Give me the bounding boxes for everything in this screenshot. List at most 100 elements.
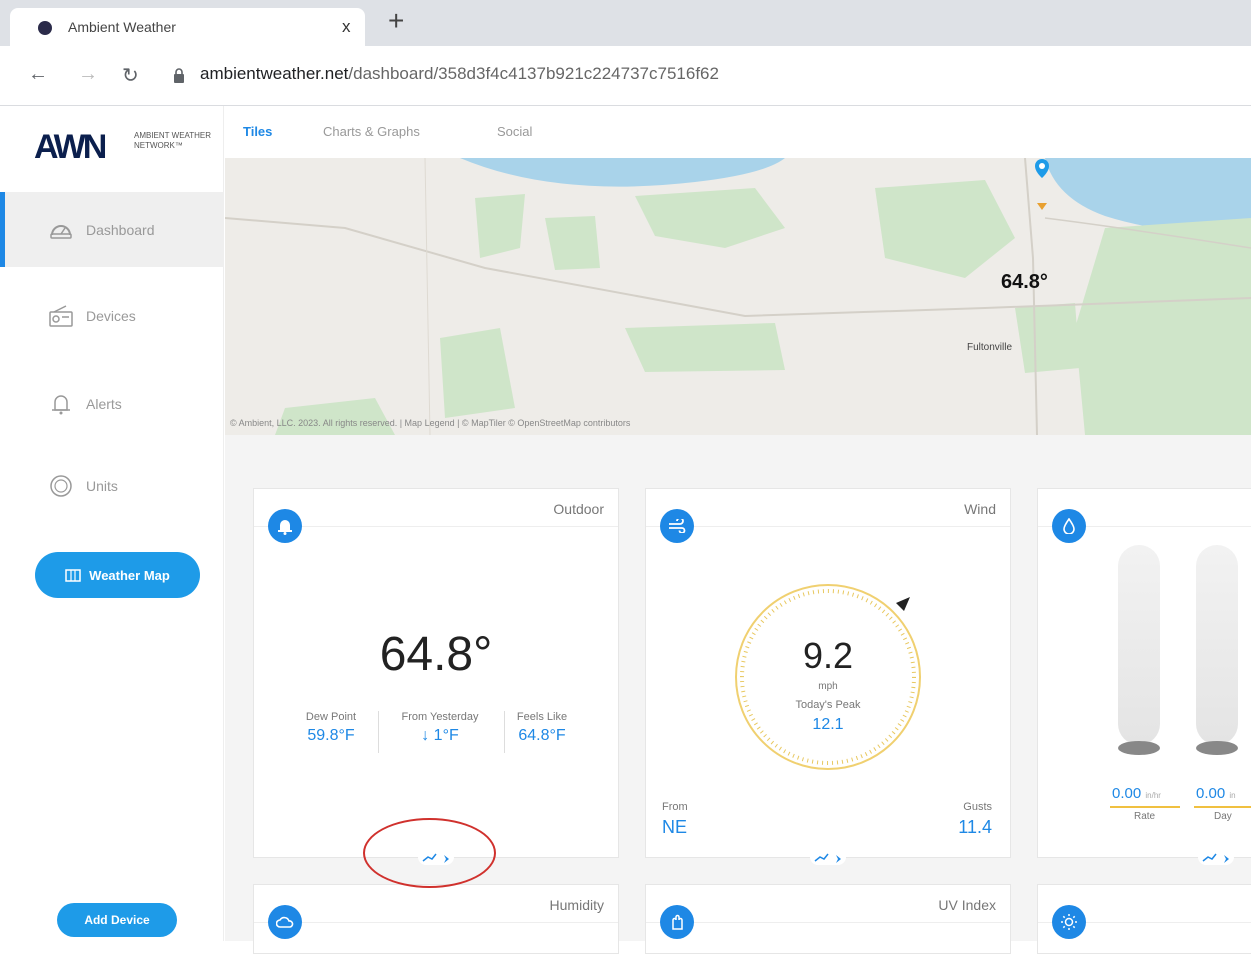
wind-title: Wind	[964, 501, 996, 517]
add-device-button[interactable]: Add Device	[57, 903, 177, 937]
wind-unit: mph	[818, 681, 838, 692]
sidebar-item-units[interactable]: Units	[0, 448, 224, 523]
radio-icon	[49, 304, 73, 327]
humidity-title: Humidity	[549, 897, 604, 913]
sidebar: AWN AMBIENT WEATHER NETWORK™ Dashboard D…	[0, 106, 224, 941]
bell-icon	[52, 394, 70, 414]
globe-icon	[50, 474, 72, 497]
outdoor-temp: 64.8°	[379, 628, 493, 681]
rain-day-unit: in	[1229, 791, 1236, 800]
annotation-circle	[363, 818, 496, 888]
uv-index-card[interactable]: UV Index	[645, 884, 1011, 954]
outdoor-title: Outdoor	[553, 501, 604, 517]
browser-tab[interactable]: Ambient Weather x	[10, 8, 365, 46]
reload-icon[interactable]: ↻	[122, 63, 139, 88]
card-header: Outdoor	[254, 489, 618, 527]
url-field[interactable]: ambientweather.net/dashboard/358d3f4c413…	[200, 64, 719, 84]
lock-icon	[174, 68, 184, 83]
sidebar-item-label: Dashboard	[86, 221, 155, 238]
wind-from-value: NE	[662, 817, 688, 837]
rain-rate-number: 0.00	[1112, 785, 1142, 802]
cloud-icon	[276, 916, 294, 928]
rain-rate-gauge	[1118, 545, 1160, 745]
bell-icon	[278, 520, 292, 535]
awn-logo[interactable]: AWN AMBIENT WEATHER NETWORK™	[34, 128, 214, 168]
uv-index-title: UV Index	[938, 897, 996, 913]
browser-tabbar: Ambient Weather x +	[0, 0, 1251, 46]
main-content: Tiles Charts & Graphs Social 64.8° Fulto…	[225, 106, 1251, 954]
outdoor-badge	[268, 509, 302, 543]
wind-peak-value: 12.1	[812, 716, 844, 733]
url-domain: ambientweather.net	[200, 64, 349, 83]
rain-chart-link[interactable]	[1198, 849, 1234, 865]
dashboard-icon	[50, 224, 72, 239]
rain-rate-label: Rate	[1134, 811, 1156, 822]
wind-gusts-value: 11.4	[958, 817, 992, 837]
tab-social[interactable]: Social	[497, 124, 532, 139]
map-icon	[65, 569, 81, 582]
rain-day-base	[1196, 741, 1238, 755]
map-station-temp[interactable]: 64.8°	[1001, 271, 1048, 294]
rain-rate-line	[1110, 806, 1180, 808]
card-header: UV Index	[646, 885, 1010, 923]
wind-chart-link[interactable]	[810, 849, 846, 865]
feels-like-label: Feels Like	[516, 711, 568, 723]
address-bar: ← → ↻ ambientweather.net/dashboard/358d3…	[0, 46, 1251, 106]
dewpoint-stat: Dew Point 59.8°F	[296, 711, 366, 745]
solar-card[interactable]	[1037, 884, 1251, 954]
rain-day-number: 0.00	[1196, 785, 1226, 802]
solar-badge	[1052, 905, 1086, 939]
rain-card[interactable]: 0.00 in/hr Rate 0.00 in Day	[1037, 488, 1251, 865]
humidity-badge	[268, 905, 302, 939]
humidity-card[interactable]: Humidity	[253, 884, 619, 954]
feels-like-stat: Feels Like 64.8°F	[508, 711, 576, 745]
dewpoint-label: Dew Point	[305, 711, 357, 723]
wind-speed: 9.2	[802, 635, 854, 676]
station-map[interactable]: 64.8° Fultonville © Ambient, LLC. 2023. …	[225, 158, 1251, 435]
rain-rate-unit: in/hr	[1145, 791, 1161, 800]
tab-charts-graphs[interactable]: Charts & Graphs	[323, 124, 420, 139]
from-yesterday-value: ↓ 1°F	[421, 727, 459, 744]
from-yesterday-stat: From Yesterday ↓ 1°F	[384, 711, 496, 745]
uv-badge	[660, 905, 694, 939]
raindrop-icon	[1063, 518, 1075, 534]
divider	[378, 711, 379, 753]
wind-card[interactable]: Wind 9.2 mph Today's Peak 12.1 From NE G…	[645, 488, 1011, 865]
sidebar-item-dashboard[interactable]: Dashboard	[0, 192, 224, 267]
url-path: /dashboard/358d3f4c4137b921c224737c7516f…	[348, 64, 719, 83]
sun-icon	[1061, 914, 1077, 930]
weather-map-button[interactable]: Weather Map	[35, 552, 200, 598]
new-tab-button[interactable]: +	[388, 5, 404, 37]
wind-badge	[660, 509, 694, 543]
map-town-label: Fultonville	[967, 342, 1013, 353]
from-yesterday-label: From Yesterday	[401, 711, 479, 723]
hand-icon	[672, 914, 683, 930]
divider	[504, 711, 505, 753]
dashboard-tabs: Tiles Charts & Graphs Social	[225, 106, 1251, 158]
weather-map-label: Weather Map	[89, 567, 170, 583]
favicon-icon	[38, 21, 52, 35]
chart-trend-icon	[1202, 853, 1229, 863]
back-icon[interactable]: ←	[28, 63, 48, 86]
sidebar-item-label: Alerts	[86, 395, 122, 412]
sidebar-item-label: Devices	[86, 307, 136, 324]
sidebar-item-devices[interactable]: Devices	[0, 278, 224, 353]
forward-icon[interactable]: →	[78, 63, 98, 86]
sidebar-item-label: Units	[86, 477, 118, 494]
dewpoint-value: 59.8°F	[307, 727, 355, 744]
close-tab-icon[interactable]: x	[342, 17, 351, 37]
logo-mark: AWN	[34, 128, 107, 166]
rain-rate-base	[1118, 741, 1160, 755]
wind-gusts-label: Gusts	[963, 801, 992, 813]
map-attribution: © Ambient, LLC. 2023. All rights reserve…	[230, 418, 631, 428]
tab-tiles[interactable]: Tiles	[243, 124, 272, 139]
card-header: Humidity	[254, 885, 618, 923]
wind-from-label: From	[662, 801, 688, 813]
wind-peak-label: Today's Peak	[795, 699, 861, 711]
outdoor-card[interactable]: Outdoor 64.8° Dew Point 59.8°F From Yest…	[253, 488, 619, 865]
sidebar-item-alerts[interactable]: Alerts	[0, 366, 224, 441]
tab-title: Ambient Weather	[68, 19, 176, 35]
rain-day-gauge	[1196, 545, 1238, 745]
wind-compass	[735, 584, 921, 770]
feels-like-value: 64.8°F	[518, 727, 566, 744]
